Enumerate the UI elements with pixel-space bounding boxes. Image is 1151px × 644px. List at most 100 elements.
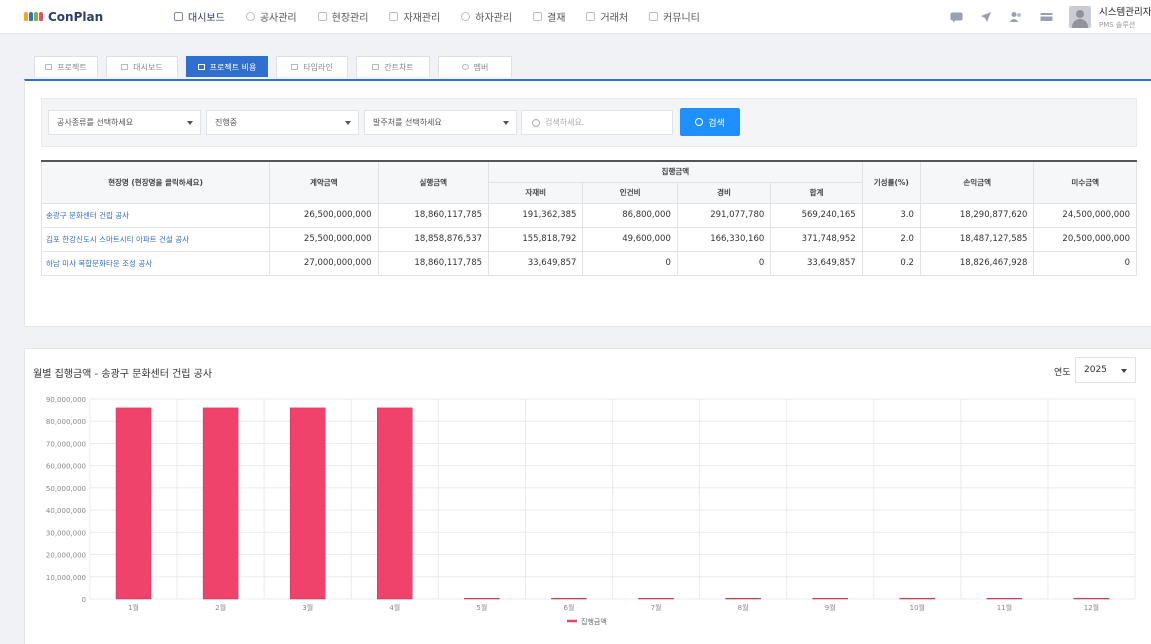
menu-item-defect[interactable]: 하자관리 <box>461 9 512 24</box>
cost-table: 현장명 (현장명을 클릭하세요) 계약금액 실행금액 집행금액 기성률(%) 손… <box>40 160 1137 276</box>
tab-members[interactable]: 멤버 <box>438 56 512 77</box>
site-link[interactable]: 하남 미사 복합문화타운 조성 공사 <box>40 250 271 276</box>
main-menu: 대시보드 공사관리 현장관리 자재관리 하자관리 결재 거래처 커뮤니티 <box>174 9 721 24</box>
bar-5월 <box>464 597 500 600</box>
x-tick-label: 2월 <box>215 603 226 612</box>
gantt-icon <box>372 64 380 70</box>
y-tick-label: 0 <box>82 596 86 604</box>
menu-item-approval[interactable]: 결재 <box>533 9 565 24</box>
y-tick-label: 40,000,000 <box>46 507 86 515</box>
box-icon <box>389 12 399 21</box>
x-tick-label: 7월 <box>651 603 662 612</box>
tab-project-cost[interactable]: 프로젝트 비용 <box>186 56 268 77</box>
y-tick-label: 10,000,000 <box>46 574 86 582</box>
y-tick-label: 30,000,000 <box>46 529 86 537</box>
y-tick-label: 90,000,000 <box>46 396 86 404</box>
users-icon[interactable] <box>1009 11 1023 23</box>
col-progress: 기성률(%) <box>861 160 921 204</box>
status-select[interactable]: 진행중 <box>206 110 359 135</box>
col-labor: 인건비 <box>582 181 678 204</box>
user-name: 시스템관리자 <box>1099 7 1151 18</box>
y-tick-label: 60,000,000 <box>46 463 86 471</box>
col-expense: 경비 <box>676 181 772 204</box>
message-icon[interactable] <box>949 11 963 23</box>
search-icon <box>532 118 540 127</box>
x-tick-label: 1월 <box>128 603 139 612</box>
user-avatar[interactable] <box>1069 6 1091 28</box>
card-icon[interactable] <box>1039 11 1053 23</box>
x-tick-label: 11월 <box>997 603 1012 612</box>
y-tick-label: 80,000,000 <box>46 418 86 426</box>
menu-item-community[interactable]: 커뮤니티 <box>649 9 700 24</box>
table-row: 김포 한강신도시 스마트시티 아파트 건설 공사 25,500,000,000 … <box>40 226 1137 252</box>
top-navbar: ConPlan 대시보드 공사관리 현장관리 자재관리 하자관리 결재 거래처 … <box>0 0 1151 34</box>
x-tick-label: 12월 <box>1084 603 1099 612</box>
y-tick-label: 20,000,000 <box>46 552 86 560</box>
chart-icon <box>174 12 183 21</box>
search-icon <box>695 118 704 126</box>
col-contract: 계약금액 <box>269 160 379 204</box>
caret-down-icon <box>187 121 193 125</box>
menu-item-construction[interactable]: 공사관리 <box>245 9 297 24</box>
col-exec-group: 집행금액 <box>488 160 863 183</box>
handshake-icon <box>586 12 596 21</box>
tab-dashboard[interactable]: 대시보드 <box>106 56 178 77</box>
bar-4월 <box>377 407 413 600</box>
bar-11월 <box>986 597 1023 600</box>
nav-right-tools: 시스템관리자 PMS 솔루션 <box>949 0 1151 34</box>
caret-down-icon <box>345 121 351 125</box>
col-total: 합계 <box>770 181 863 204</box>
table-row: 송광구 문화센터 건립 공사 26,500,000,000 18,860,117… <box>40 202 1137 228</box>
x-tick-label: 3월 <box>302 603 313 612</box>
circle-icon <box>245 12 255 21</box>
bar-12월 <box>1073 597 1110 600</box>
y-tick-label: 70,000,000 <box>46 440 86 448</box>
col-receivable: 미수금액 <box>1033 160 1137 204</box>
menu-item-dashboard[interactable]: 대시보드 <box>174 9 225 24</box>
logo-people-icon <box>24 12 43 21</box>
document-icon <box>197 64 205 70</box>
tab-gantt[interactable]: 간트차트 <box>356 56 430 77</box>
construction-type-select[interactable]: 공사종류를 선택하세요 <box>48 110 201 135</box>
member-icon <box>461 64 469 70</box>
col-budget: 실행금액 <box>377 160 490 204</box>
warning-icon <box>461 12 471 21</box>
search-button[interactable]: 검색 <box>680 108 740 136</box>
chat-icon <box>649 12 659 21</box>
y-tick-label: 50,000,000 <box>46 485 86 493</box>
menu-item-client[interactable]: 거래처 <box>586 9 628 24</box>
user-role: PMS 솔루션 <box>1099 21 1136 29</box>
filter-bar: 공사종류를 선택하세요 진행중 발주처를 선택하세요 검색하세요. 검색 <box>41 98 1137 147</box>
site-link[interactable]: 송광구 문화센터 건립 공사 <box>40 202 271 228</box>
bar-1월 <box>115 407 152 600</box>
x-tick-label: 6월 <box>564 603 575 612</box>
col-profit: 손익금액 <box>919 160 1035 204</box>
building-icon <box>317 12 327 21</box>
search-input[interactable]: 검색하세요. <box>521 110 673 135</box>
x-tick-label: 4월 <box>389 603 400 612</box>
legend-label: 집행금액 <box>581 617 607 626</box>
project-tabs: 프로젝트 대시보드 프로젝트 비용 타임라인 간트차트 멤버 <box>34 56 520 77</box>
bar-9월 <box>812 597 848 600</box>
menu-item-material[interactable]: 자재관리 <box>389 9 440 24</box>
bar-10월 <box>899 597 936 600</box>
site-link[interactable]: 김포 한강신도시 스마트시티 아파트 건설 공사 <box>40 226 271 252</box>
menu-item-site[interactable]: 현장관리 <box>317 9 368 24</box>
monthly-exec-chart: 0 10,000,000 20,000,000 30,000,000 40,000,00… <box>46 396 1136 626</box>
app-logo[interactable]: ConPlan <box>24 10 154 24</box>
send-icon[interactable] <box>979 11 993 23</box>
monthly-chart-panel: 월별 집행금액 - 송광구 문화센터 건립 공사 연도 2025 0 10,000… <box>24 348 1151 644</box>
client-select[interactable]: 발주처를 선택하세요 <box>364 110 517 135</box>
x-tick-label: 5월 <box>476 603 487 612</box>
caret-down-icon <box>503 121 509 125</box>
col-site: 현장명 (현장명을 클릭하세요) <box>40 160 271 204</box>
x-tick-label: 10월 <box>910 603 925 612</box>
tab-project[interactable]: 프로젝트 <box>34 56 98 77</box>
tab-timeline[interactable]: 타임라인 <box>276 56 348 77</box>
bar-8월 <box>725 597 761 600</box>
table-row: 하남 미사 복합문화타운 조성 공사 27,000,000,000 18,860… <box>40 250 1137 276</box>
user-info[interactable]: 시스템관리자 PMS 솔루션 <box>1099 4 1151 30</box>
cost-panel: 공사종류를 선택하세요 진행중 발주처를 선택하세요 검색하세요. 검색 현장명… <box>24 79 1151 327</box>
bar-2월 <box>202 407 239 600</box>
x-tick-label: 9월 <box>825 603 836 612</box>
